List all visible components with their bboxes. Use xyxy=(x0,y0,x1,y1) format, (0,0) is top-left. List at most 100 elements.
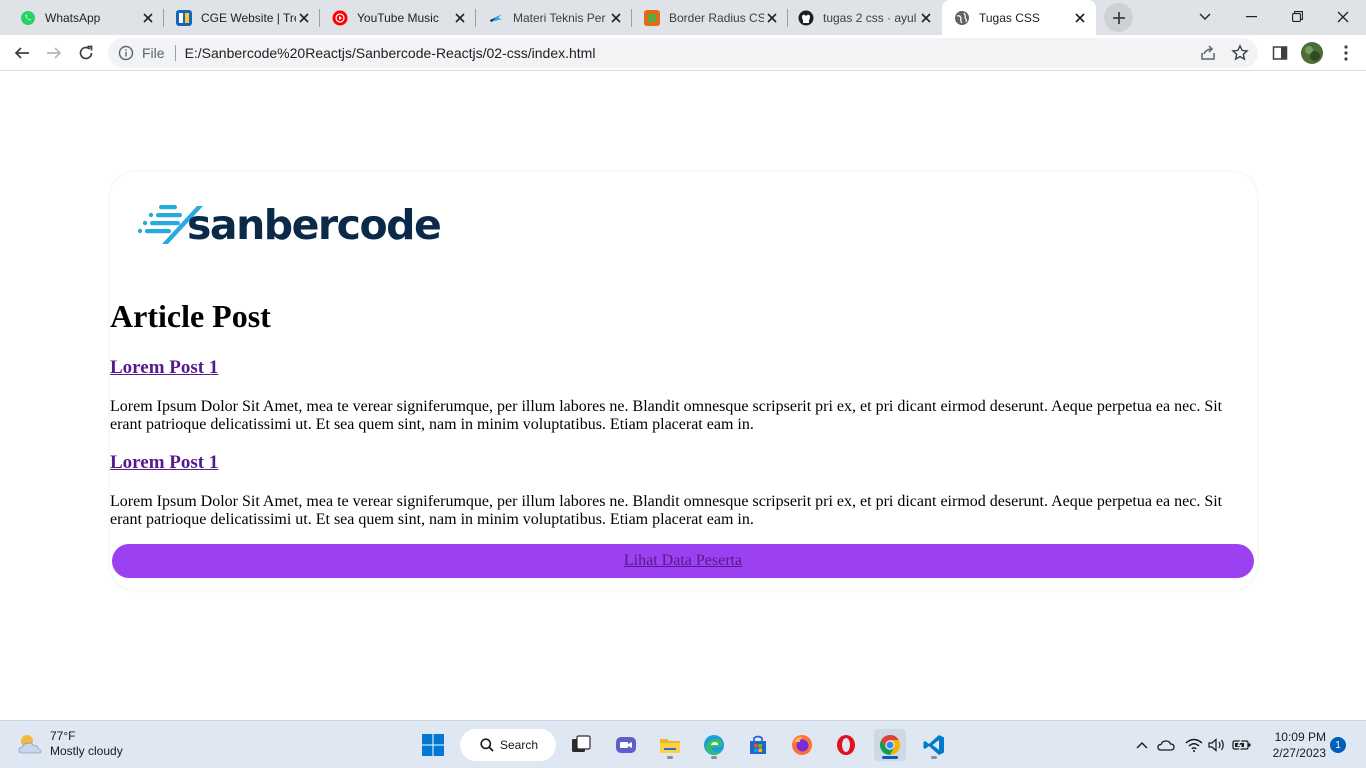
close-tab-icon[interactable] xyxy=(764,10,780,26)
profile-avatar[interactable] xyxy=(1299,40,1325,66)
post-body: Lorem Ipsum Dolor Sit Amet, mea te verea… xyxy=(110,493,1223,528)
running-indicator xyxy=(667,756,673,759)
close-tab-icon[interactable] xyxy=(452,10,468,26)
task-view-button[interactable] xyxy=(565,729,597,761)
partly-cloudy-icon xyxy=(18,735,42,754)
star-icon xyxy=(1231,44,1249,61)
side-panel-button[interactable] xyxy=(1267,40,1293,66)
taskbar-search[interactable]: Search xyxy=(460,729,556,761)
info-icon[interactable] xyxy=(118,45,134,61)
article-card: sanbercode Article Post Lorem Post 1 Lor… xyxy=(110,172,1257,590)
meet-icon xyxy=(616,737,636,753)
post-body: Lorem Ipsum Dolor Sit Amet, mea te verea… xyxy=(110,398,1223,433)
chrome-icon xyxy=(879,734,901,756)
address-bar[interactable]: File E:/Sanbercode%20Reactjs/Sanbercode-… xyxy=(108,38,1258,68)
tab-cge-website[interactable]: CGE Website | Tre xyxy=(164,0,320,35)
scheme-divider xyxy=(174,45,176,61)
kebab-menu-icon xyxy=(1344,45,1348,61)
start-button[interactable] xyxy=(417,729,449,761)
close-tab-icon[interactable] xyxy=(296,10,312,26)
onedrive-tray[interactable] xyxy=(1156,735,1176,755)
share-icon xyxy=(1201,45,1215,60)
whatsapp-icon xyxy=(20,10,36,26)
store-icon xyxy=(750,735,766,754)
opera-button[interactable] xyxy=(830,729,862,761)
arrow-right-icon xyxy=(47,47,62,59)
restore-icon xyxy=(1291,11,1303,22)
battery-charging-icon xyxy=(1232,739,1251,751)
store-button[interactable] xyxy=(742,729,774,761)
battery-tray[interactable] xyxy=(1232,735,1252,755)
chrome-menu-button[interactable] xyxy=(1333,40,1359,66)
volume-tray[interactable] xyxy=(1207,735,1227,755)
close-tab-icon[interactable] xyxy=(608,10,624,26)
notification-badge[interactable]: 1 xyxy=(1330,737,1346,753)
sanbercode-logo: sanbercode xyxy=(137,200,447,250)
lihat-data-peserta-link[interactable]: Lihat Data Peserta xyxy=(624,552,742,570)
url-text[interactable]: E:/Sanbercode%20Reactjs/Sanbercode-React… xyxy=(185,45,596,61)
file-explorer-icon xyxy=(660,739,680,753)
weather-temperature: 77°F xyxy=(50,729,76,743)
restore-button[interactable] xyxy=(1274,0,1320,33)
web-page: sanbercode Article Post Lorem Post 1 Lor… xyxy=(0,71,1366,720)
weather-condition: Mostly cloudy xyxy=(50,744,123,758)
tab-title: Tugas CSS xyxy=(979,10,1040,25)
tab-youtube-music[interactable]: YouTube Music xyxy=(320,0,476,35)
minimize-icon xyxy=(1245,15,1257,17)
arrow-left-icon xyxy=(14,47,29,59)
windows-taskbar: 77°F Mostly cloudy Search 10:09 PM 2/27/… xyxy=(0,720,1366,768)
new-tab-button[interactable] xyxy=(1104,3,1133,32)
speaker-icon xyxy=(1208,738,1224,752)
teams-meet-button[interactable] xyxy=(610,729,642,761)
firefox-button[interactable] xyxy=(786,729,818,761)
minimize-button[interactable] xyxy=(1228,0,1274,33)
reload-button[interactable] xyxy=(72,39,100,67)
search-label: Search xyxy=(500,738,539,752)
tab-search-button[interactable] xyxy=(1182,0,1228,33)
tab-materi-teknis[interactable]: Materi Teknis Per xyxy=(476,0,632,35)
chrome-button[interactable] xyxy=(874,729,906,761)
tab-whatsapp[interactable]: WhatsApp xyxy=(8,0,164,35)
vscode-icon xyxy=(923,735,944,755)
file-explorer-button[interactable] xyxy=(654,729,686,761)
close-icon xyxy=(1337,11,1349,22)
wifi-icon xyxy=(1185,738,1203,752)
tab-title: tugas 2 css · ayul xyxy=(823,10,917,25)
scheme-label: File xyxy=(142,45,165,61)
close-tab-icon[interactable] xyxy=(918,10,934,26)
system-clock[interactable]: 10:09 PM 2/27/2023 xyxy=(1262,729,1326,761)
forward-button[interactable] xyxy=(40,39,68,67)
post-title-link[interactable]: Lorem Post 1 xyxy=(110,357,218,379)
edge-button[interactable] xyxy=(698,729,730,761)
post-title-link[interactable]: Lorem Post 1 xyxy=(110,452,218,474)
reload-icon xyxy=(79,45,93,60)
firefox-icon xyxy=(792,735,812,755)
chevron-up-icon xyxy=(1136,742,1148,749)
close-tab-icon[interactable] xyxy=(1072,10,1088,26)
running-indicator xyxy=(882,756,898,759)
side-panel-icon xyxy=(1272,46,1288,60)
bookmark-button[interactable] xyxy=(1227,40,1253,66)
tab-border-radius[interactable]: Border Radius CS xyxy=(632,0,788,35)
tab-github[interactable]: tugas 2 css · ayul xyxy=(788,0,942,35)
tab-title: WhatsApp xyxy=(45,10,101,25)
search-icon xyxy=(480,738,494,752)
weather-widget[interactable]: 77°F Mostly cloudy xyxy=(16,729,123,759)
running-indicator xyxy=(931,756,937,759)
share-button[interactable] xyxy=(1195,40,1221,66)
plus-icon xyxy=(1112,11,1125,24)
clock-date: 2/27/2023 xyxy=(1272,746,1326,760)
wifi-tray[interactable] xyxy=(1184,735,1204,755)
close-tab-icon[interactable] xyxy=(140,10,156,26)
back-button[interactable] xyxy=(8,39,36,67)
lihat-data-peserta-button[interactable]: Lihat Data Peserta xyxy=(112,544,1254,578)
show-hidden-icons-button[interactable] xyxy=(1132,735,1152,755)
border-radius-icon xyxy=(644,9,660,26)
vscode-button[interactable] xyxy=(918,729,950,761)
cge-icon xyxy=(176,9,192,26)
browser-tab-strip: WhatsApp CGE Website | Tre YouTube Music… xyxy=(0,0,1366,35)
materi-icon xyxy=(488,10,504,26)
close-window-button[interactable] xyxy=(1320,0,1366,33)
youtube-music-icon xyxy=(332,10,348,26)
tab-tugas-css-active[interactable]: Tugas CSS xyxy=(942,0,1096,35)
